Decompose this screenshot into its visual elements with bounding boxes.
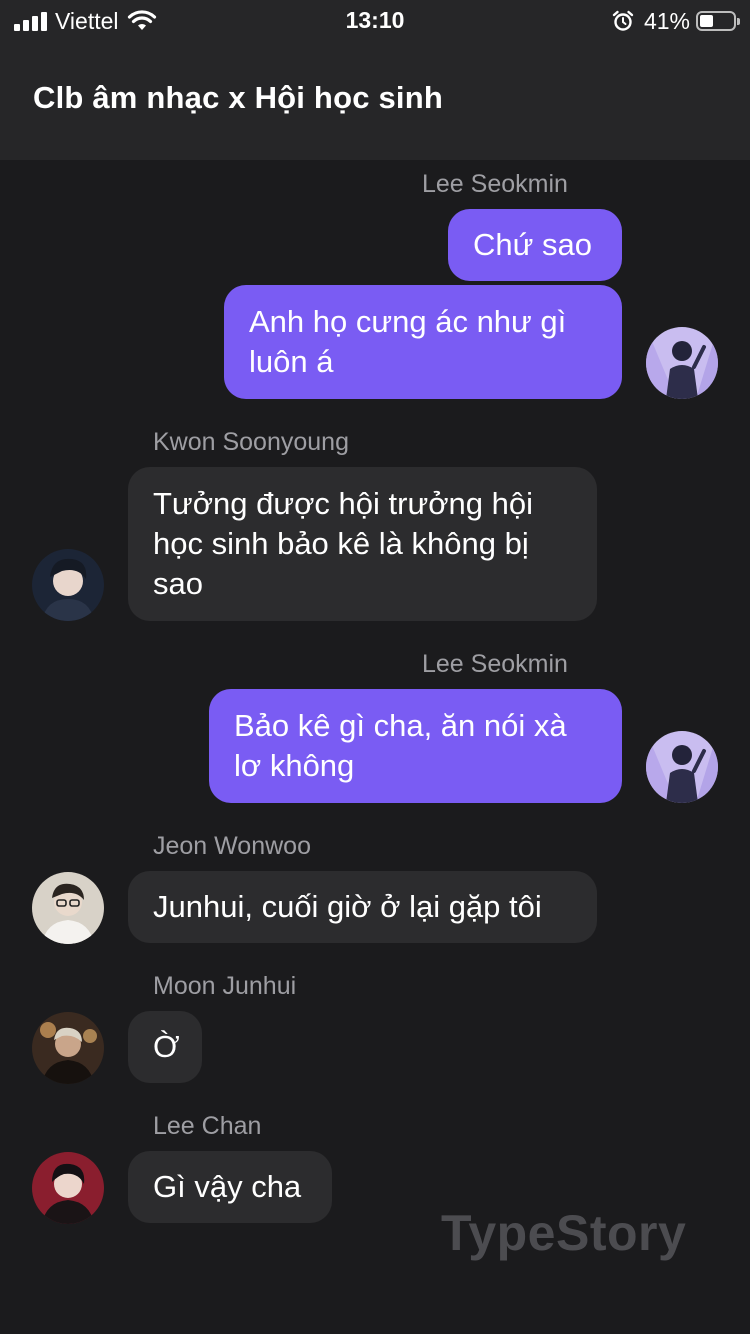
message-text: luôn á bbox=[249, 344, 334, 379]
avatar-image bbox=[32, 872, 104, 944]
message-text: sao bbox=[153, 566, 203, 601]
sender-name: Moon Junhui bbox=[153, 972, 297, 1000]
message-text: Anh họ cưng ác như gì bbox=[249, 304, 567, 339]
message-bubble[interactable]: Junhui, cuối giờ ở lại gặp tôi bbox=[128, 871, 597, 943]
sender-name: Kwon Soonyoung bbox=[153, 428, 349, 456]
battery-icon bbox=[696, 11, 740, 31]
sender-name: Jeon Wonwoo bbox=[153, 832, 311, 860]
chat-header: Clb âm nhạc x Hội học sinh bbox=[0, 44, 750, 160]
message-bubble[interactable]: Gì vậy cha bbox=[128, 1151, 332, 1223]
avatar-image bbox=[32, 1152, 104, 1224]
avatar[interactable] bbox=[32, 1152, 104, 1224]
avatar[interactable] bbox=[32, 1012, 104, 1084]
message-text: học sinh bảo kê là không bị bbox=[153, 526, 529, 561]
alarm-icon bbox=[612, 10, 634, 31]
message-bubble[interactable]: Chứ sao bbox=[448, 209, 622, 281]
avatar-image bbox=[646, 327, 718, 399]
status-bar-right: 41% bbox=[612, 7, 740, 35]
avatar-image bbox=[646, 731, 718, 803]
message-bubble[interactable]: Ờ bbox=[128, 1011, 202, 1083]
message-text: Tưởng được hội trưởng hội bbox=[153, 486, 534, 521]
message-bubble[interactable]: Tưởng được hội trưởng hội học sinh bảo k… bbox=[128, 467, 597, 621]
message-text: lơ không bbox=[234, 748, 355, 783]
avatar[interactable] bbox=[32, 872, 104, 944]
watermark-logo: TypeStory bbox=[441, 1205, 687, 1261]
message-bubble[interactable]: Bảo kê gì cha, ăn nói xà lơ không bbox=[209, 689, 622, 803]
battery-percent: 41% bbox=[643, 7, 690, 34]
sender-name: Lee Chan bbox=[153, 1112, 262, 1140]
sender-name: Lee Seokmin bbox=[422, 170, 568, 198]
message-text: Junhui, cuối giờ ở lại gặp tôi bbox=[153, 889, 542, 924]
message-text: Chứ sao bbox=[473, 227, 592, 262]
message-bubble[interactable]: Anh họ cưng ác như gì luôn á bbox=[224, 285, 622, 399]
battery-level-fill bbox=[700, 15, 713, 27]
message-text: Bảo kê gì cha, ăn nói xà bbox=[234, 708, 567, 743]
chat-title: Clb âm nhạc x Hội học sinh bbox=[33, 80, 443, 115]
avatar-image bbox=[32, 1012, 104, 1084]
avatar[interactable] bbox=[646, 327, 718, 399]
avatar[interactable] bbox=[32, 549, 104, 621]
status-bar: Viettel 13:10 41% bbox=[0, 0, 750, 44]
avatar[interactable] bbox=[646, 731, 718, 803]
message-text: Gì vậy cha bbox=[153, 1169, 302, 1204]
sender-name: Lee Seokmin bbox=[422, 650, 568, 678]
message-text: Ờ bbox=[153, 1029, 180, 1064]
avatar-image bbox=[32, 549, 104, 621]
